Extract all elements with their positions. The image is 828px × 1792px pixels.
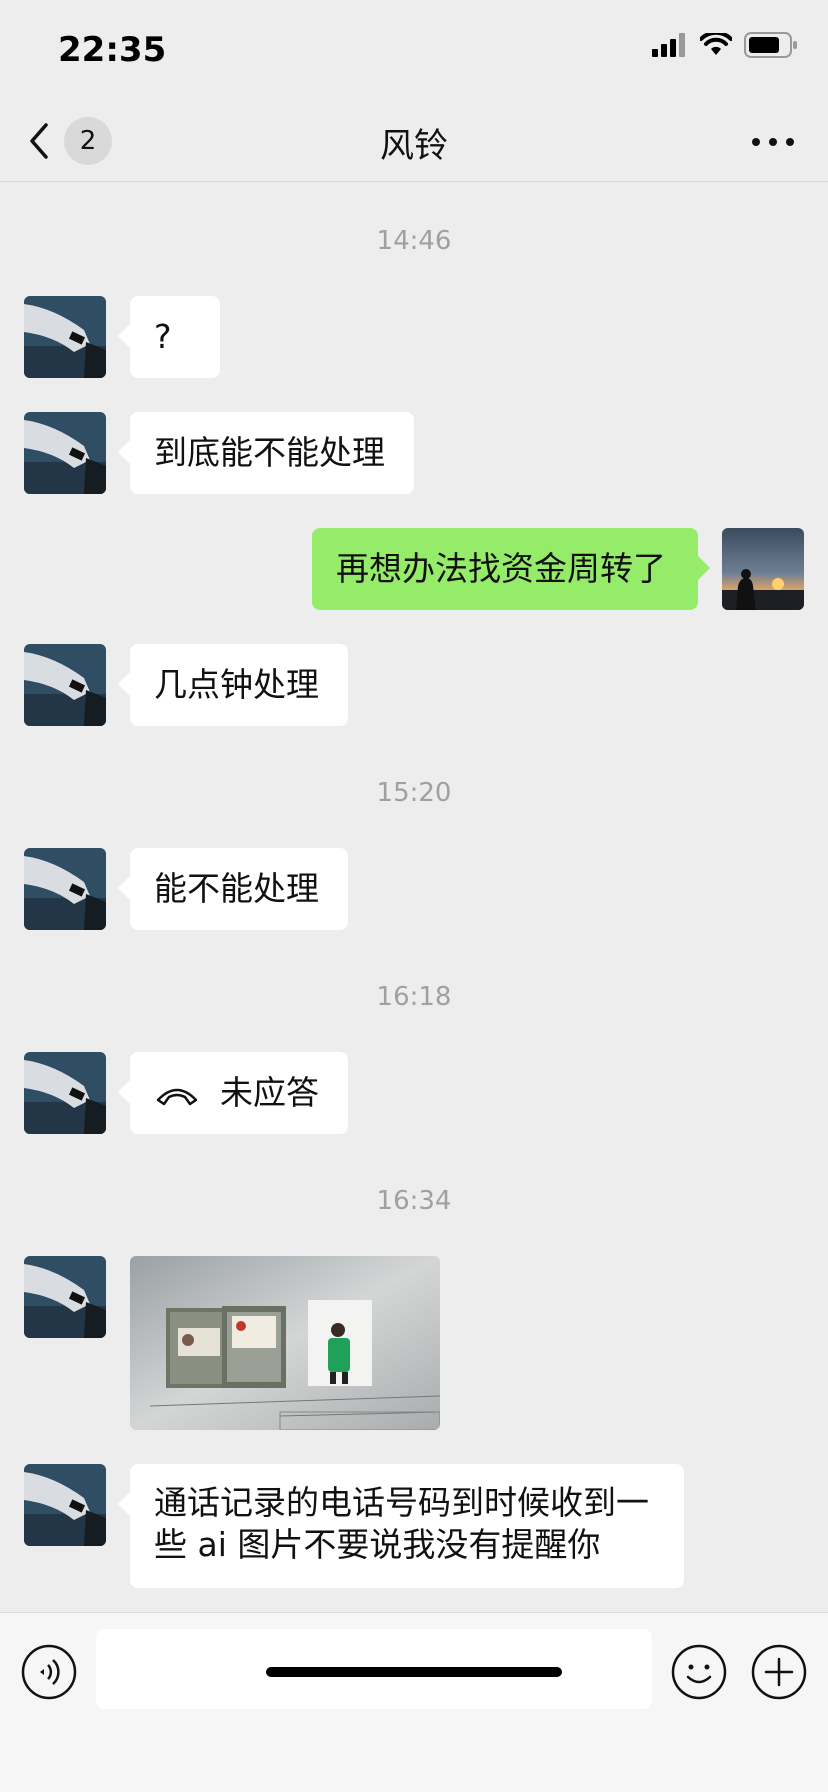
outgoing-message-bubble[interactable]: 再想办法找资金周转了 bbox=[312, 528, 710, 610]
message-bubble[interactable]: 通话记录的电话号码到时候收到一 些 ai 图片不要说我没有提醒你 bbox=[118, 1464, 684, 1588]
message-text-line: 通话记录的电话号码到时候收到一 bbox=[154, 1483, 649, 1522]
more-functions-button[interactable] bbox=[750, 1643, 808, 1701]
sunset-photo-avatar-icon bbox=[722, 528, 804, 610]
wifi-icon bbox=[700, 33, 732, 55]
message-bubble[interactable]: 几点钟处理 bbox=[118, 644, 348, 726]
battery-icon bbox=[744, 32, 797, 58]
status-bar: 22:35 bbox=[0, 0, 828, 100]
image-message[interactable] bbox=[130, 1256, 440, 1430]
status-time: 22:35 bbox=[58, 30, 167, 70]
phone-hangup-icon bbox=[156, 1088, 198, 1105]
message-timestamp: 14:46 bbox=[376, 226, 452, 256]
contact-avatar[interactable] bbox=[24, 644, 106, 726]
arm-photo-avatar-icon bbox=[24, 1464, 106, 1546]
more-dots-icon bbox=[752, 138, 794, 146]
contact-avatar[interactable] bbox=[24, 412, 106, 494]
contact-avatar[interactable] bbox=[24, 296, 106, 378]
contact-avatar[interactable] bbox=[24, 1464, 106, 1546]
emoji-button[interactable] bbox=[670, 1643, 728, 1701]
voice-input-button[interactable] bbox=[20, 1643, 78, 1701]
message-timestamp: 15:20 bbox=[376, 778, 452, 808]
message-timestamp: 16:18 bbox=[376, 982, 452, 1012]
arm-photo-avatar-icon bbox=[24, 1256, 106, 1338]
message-bubble[interactable]: 能不能处理 bbox=[118, 848, 348, 930]
contact-avatar[interactable] bbox=[24, 848, 106, 930]
arm-photo-avatar-icon bbox=[24, 412, 106, 494]
document-photo-icon bbox=[130, 1256, 440, 1430]
message-bubble[interactable]: 到底能不能处理 bbox=[118, 412, 414, 494]
arm-photo-avatar-icon bbox=[24, 848, 106, 930]
message-bubble[interactable]: ? bbox=[118, 296, 220, 378]
contact-avatar[interactable] bbox=[24, 1256, 106, 1338]
arm-photo-avatar-icon bbox=[24, 644, 106, 726]
message-text-line: 些 ai 图片不要说我没有提醒你 bbox=[154, 1525, 601, 1564]
cellular-signal-icon bbox=[652, 33, 685, 57]
chat-area[interactable]: 14:46 ? 到底能不能处理 再想办法找资金周转了 几点钟处理 15:20 能… bbox=[0, 182, 828, 1612]
input-bar bbox=[0, 1612, 828, 1792]
arm-photo-avatar-icon bbox=[24, 296, 106, 378]
self-avatar[interactable] bbox=[722, 528, 804, 610]
call-status-text: 未应答 bbox=[220, 1073, 319, 1112]
more-options-button[interactable] bbox=[748, 122, 798, 162]
smiley-icon bbox=[671, 1644, 727, 1700]
message-timestamp: 16:34 bbox=[376, 1186, 452, 1216]
plus-icon bbox=[751, 1644, 807, 1700]
call-record-bubble[interactable]: 未应答 bbox=[118, 1052, 348, 1134]
home-indicator bbox=[266, 1667, 562, 1677]
voice-icon bbox=[21, 1644, 77, 1700]
nav-bar: 2 风铃 bbox=[0, 100, 828, 182]
chat-title: 风铃 bbox=[380, 126, 448, 166]
contact-avatar[interactable] bbox=[24, 1052, 106, 1134]
status-icons bbox=[652, 32, 798, 58]
arm-photo-avatar-icon bbox=[24, 1052, 106, 1134]
